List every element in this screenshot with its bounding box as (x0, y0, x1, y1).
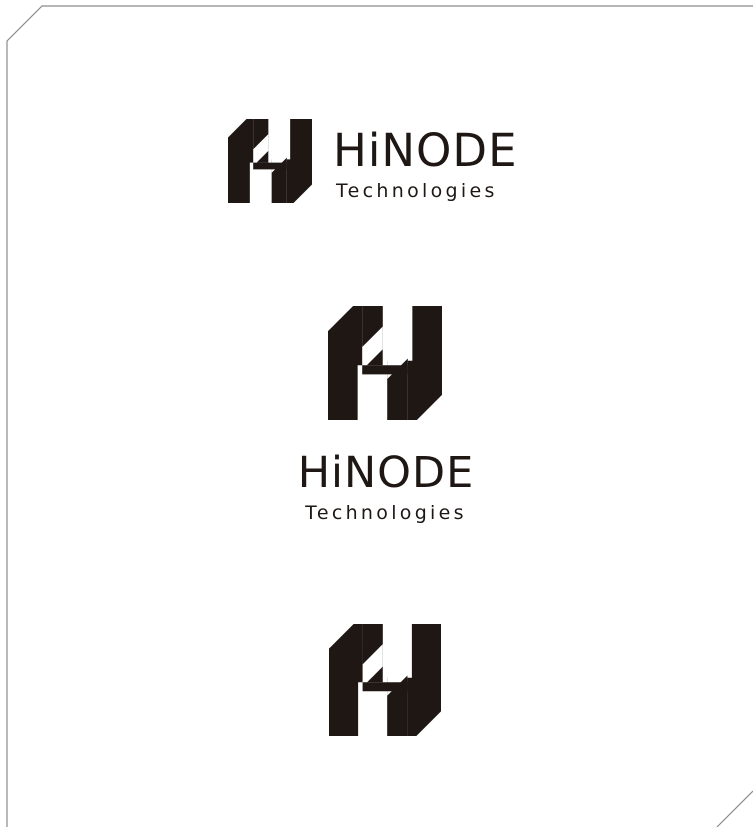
brand-name: HiNODE (297, 448, 475, 498)
brand-tagline: Technologies (305, 502, 467, 524)
hinode-h-icon (329, 624, 441, 736)
brand-name: HiNODE (333, 124, 518, 177)
hinode-h-icon (228, 119, 312, 203)
brand-tagline: Technologies (336, 180, 498, 202)
hinode-h-icon (328, 306, 442, 420)
